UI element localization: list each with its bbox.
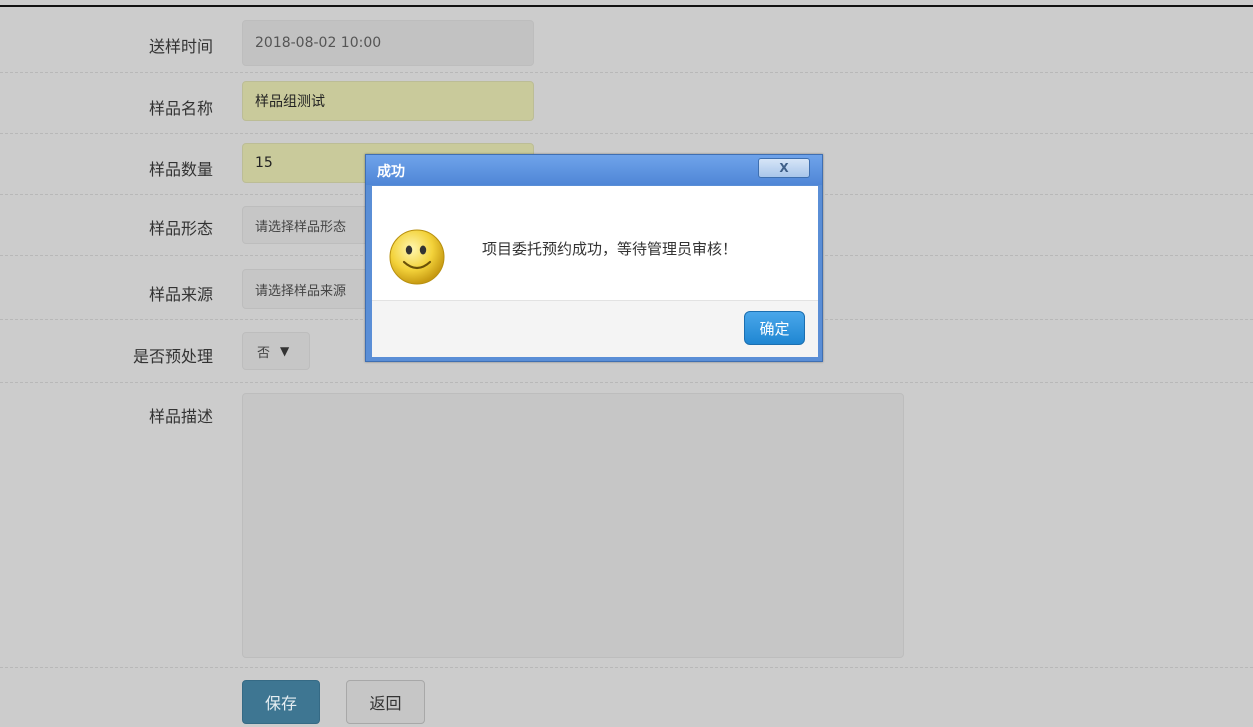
- dialog-content: 项目委托预约成功，等待管理员审核！: [372, 186, 818, 300]
- sample-name-input[interactable]: 样品组测试: [242, 81, 534, 121]
- pretreatment-select[interactable]: 否 ▼: [242, 332, 310, 370]
- send-time-input[interactable]: 2018-08-02 10:00: [242, 20, 534, 66]
- dialog-footer: 确定: [372, 300, 818, 357]
- back-button[interactable]: 返回: [346, 680, 425, 724]
- success-dialog: 成功 X 项目委托预约成功，等待管理员审核！ 确定: [365, 154, 823, 362]
- dropdown-caret-icon: ▼: [280, 344, 290, 358]
- description-label: 样品描述: [148, 407, 213, 426]
- form-row-sample-name: 样品名称 样品组测试: [0, 73, 1253, 134]
- form-row-send-time: 送样时间 2018-08-02 10:00: [0, 7, 1253, 73]
- send-time-label: 送样时间: [148, 37, 213, 56]
- sample-name-label: 样品名称: [148, 99, 213, 118]
- sample-form-label: 样品形态: [148, 219, 213, 238]
- confirm-button[interactable]: 确定: [744, 311, 805, 345]
- close-icon: X: [779, 161, 789, 175]
- pretreatment-label: 是否预处理: [132, 347, 213, 366]
- form-row-description: 样品描述: [0, 383, 1253, 668]
- description-textarea[interactable]: [242, 393, 904, 658]
- smiley-icon: [389, 229, 445, 285]
- form-page: 送样时间 2018-08-02 10:00 样品名称 样品组测试 样品数量 15…: [0, 0, 1253, 727]
- sample-count-label: 样品数量: [148, 160, 213, 179]
- close-button[interactable]: X: [758, 158, 810, 178]
- dialog-title: 成功: [377, 164, 405, 180]
- pretreatment-value: 否: [257, 345, 271, 361]
- save-button[interactable]: 保存: [242, 680, 320, 724]
- sample-source-label: 样品来源: [148, 285, 213, 304]
- dialog-message: 项目委托预约成功，等待管理员审核！: [482, 240, 738, 258]
- dialog-titlebar: 成功 X: [366, 155, 822, 185]
